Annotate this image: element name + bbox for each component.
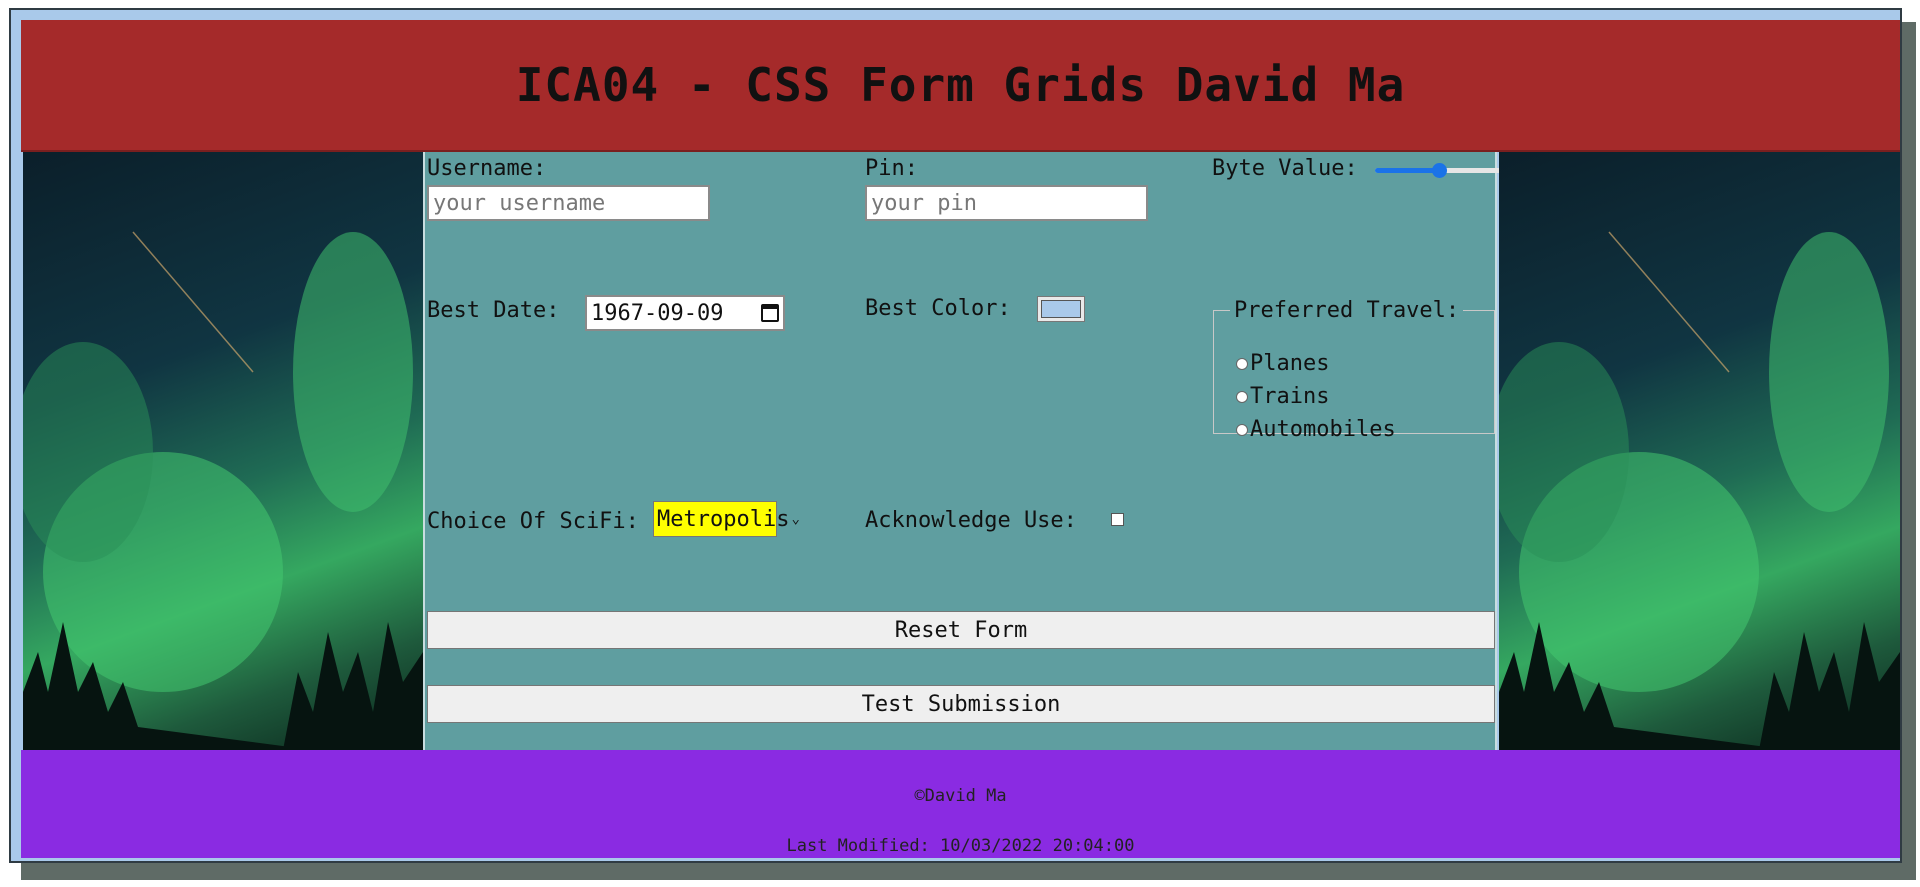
test-submission-button[interactable]: Test Submission — [427, 685, 1495, 723]
calendar-icon[interactable] — [761, 304, 779, 322]
page-footer: ©David Ma Last Modified: 10/03/2022 20:0… — [21, 750, 1900, 858]
username-label: Username: — [427, 156, 547, 181]
radio-label: Automobiles — [1250, 417, 1396, 442]
radio-option-automobiles[interactable]: Automobiles — [1236, 417, 1396, 442]
radio-label: Trains — [1250, 384, 1330, 409]
radio-button[interactable] — [1236, 390, 1248, 403]
pin-input[interactable] — [865, 185, 1148, 221]
byte-value-slider[interactable] — [1375, 160, 1503, 180]
radio-button[interactable] — [1236, 423, 1248, 436]
footer-copyright: ©David Ma — [914, 786, 1007, 806]
best-color-label: Best Color: — [865, 296, 1011, 321]
best-date-input[interactable]: 1967-09-09 — [585, 295, 785, 331]
radio-label: Planes — [1250, 351, 1330, 376]
form-area: Username: Pin: Byte Value: Best Date: 19… — [423, 152, 1503, 750]
page-title: ICA04 - CSS Form Grids David Ma — [515, 58, 1406, 112]
slider-thumb[interactable] — [1432, 163, 1447, 178]
preferred-travel-fieldset: Preferred Travel: Planes Trains Automobi… — [1213, 298, 1495, 442]
radio-option-planes[interactable]: Planes — [1236, 351, 1329, 376]
chevron-down-icon: ⌄ — [791, 511, 800, 527]
username-input[interactable] — [427, 185, 710, 221]
page-container: ICA04 - CSS Form Grids David Ma Username… — [9, 8, 1902, 863]
radio-option-trains[interactable]: Trains — [1236, 384, 1329, 409]
aurora-image-left — [23, 152, 423, 750]
aurora-image-right — [1499, 152, 1900, 750]
color-swatch-fill — [1041, 300, 1081, 318]
pin-label: Pin: — [865, 156, 918, 181]
scifi-label: Choice Of SciFi: — [427, 509, 639, 534]
radio-button[interactable] — [1236, 357, 1248, 370]
byte-value-label: Byte Value: — [1212, 156, 1358, 181]
acknowledge-label: Acknowledge Use: — [865, 508, 1077, 533]
scifi-select[interactable]: Metropolis ⌄ — [653, 501, 800, 537]
preferred-travel-legend: Preferred Travel: — [1234, 298, 1460, 323]
acknowledge-checkbox[interactable] — [1111, 513, 1124, 526]
slider-fill — [1375, 168, 1439, 173]
page-header: ICA04 - CSS Form Grids David Ma — [21, 20, 1900, 152]
footer-last-modified: Last Modified: 10/03/2022 20:04:00 — [786, 836, 1135, 856]
scifi-selected-value: Metropolis — [657, 506, 790, 532]
best-color-picker[interactable] — [1037, 296, 1085, 322]
best-date-value: 1967-09-09 — [591, 300, 724, 326]
best-date-label: Best Date: — [427, 298, 560, 323]
reset-form-button[interactable]: Reset Form — [427, 611, 1495, 649]
